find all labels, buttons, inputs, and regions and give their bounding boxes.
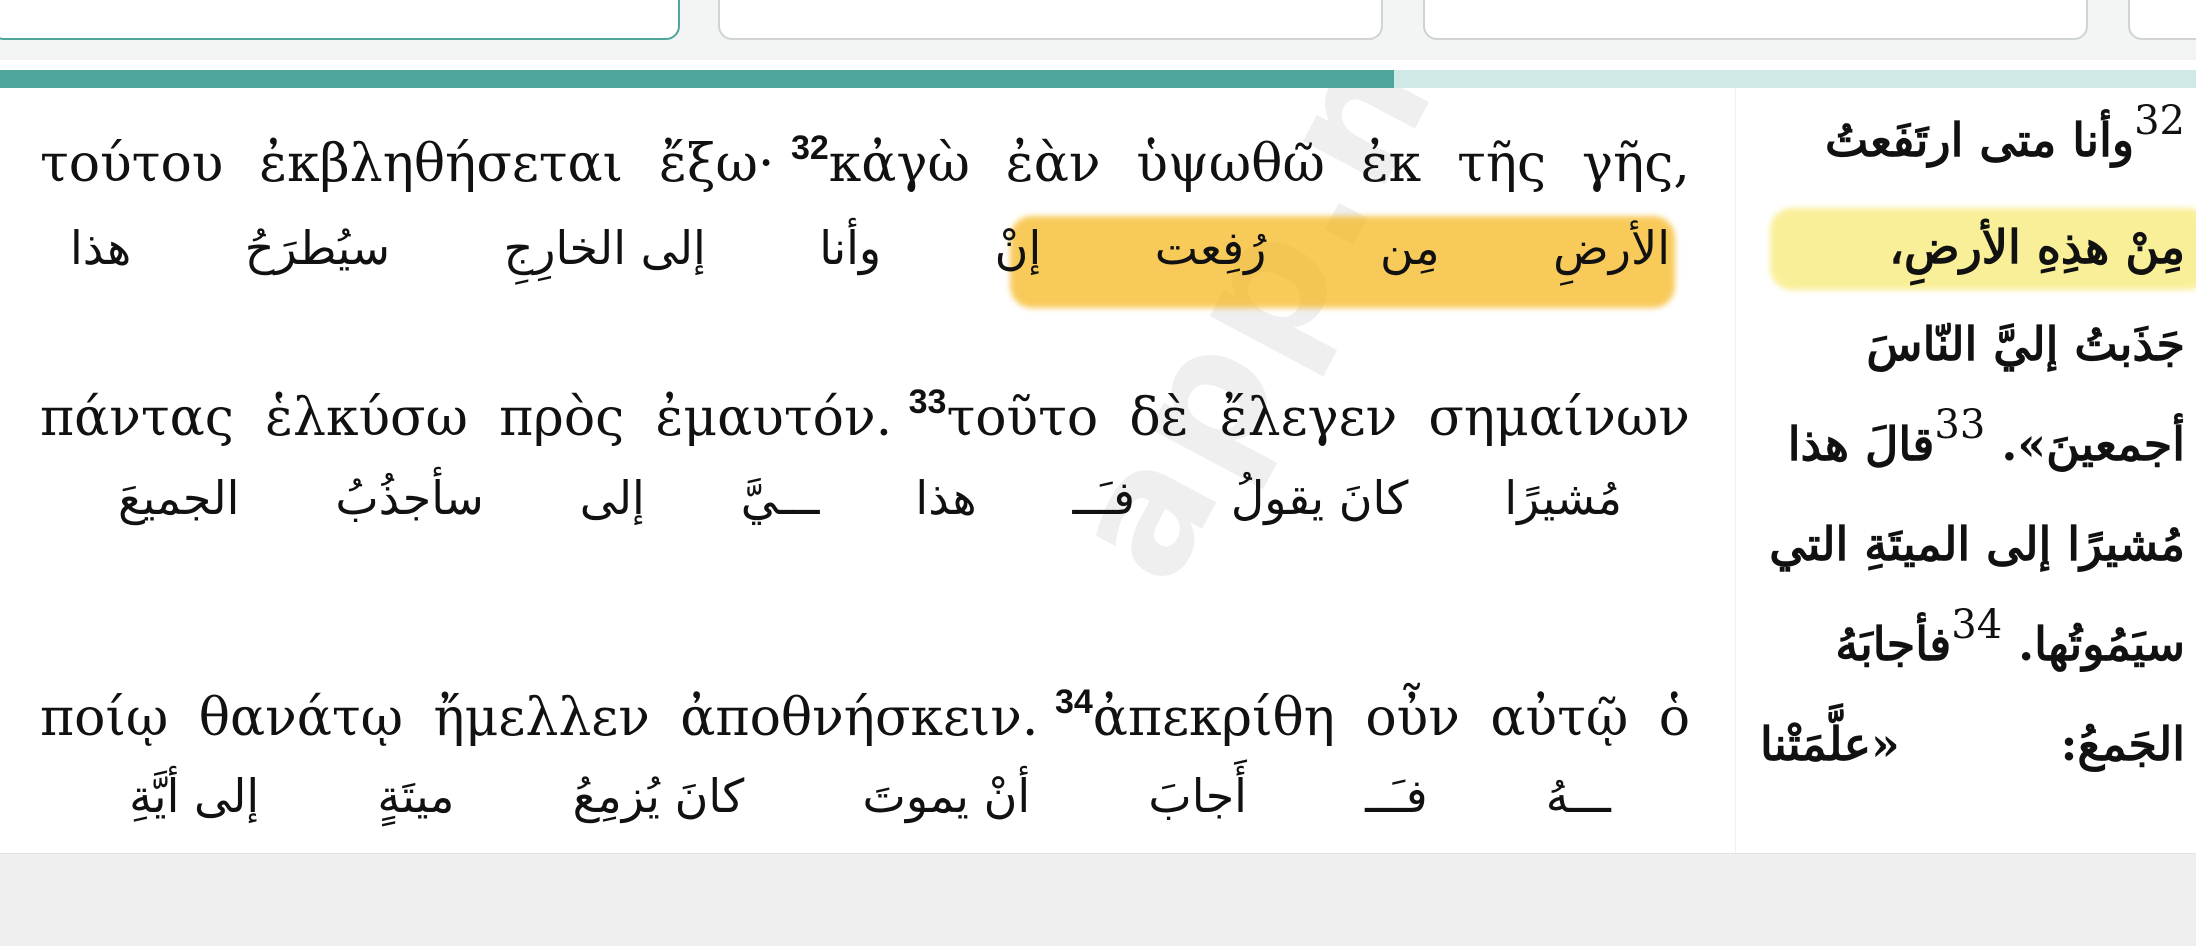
greek-word: πάντας bbox=[40, 388, 234, 448]
verse-number: 34 bbox=[1054, 683, 1093, 721]
arabic-word: سيُطرَحُ bbox=[244, 221, 390, 275]
arabic-word: إنْ bbox=[994, 221, 1042, 275]
greek-word: σημαίνων bbox=[1428, 388, 1690, 448]
greek-word: αὐτῷ bbox=[1490, 688, 1629, 748]
greek-word: ἀποθνήσκειν. 34ἀπεκρίθη bbox=[680, 683, 1335, 748]
arabic-word: الجميعَ bbox=[117, 471, 240, 525]
reading-progress-bar bbox=[0, 70, 2196, 88]
translation-line: مِنْ هذِهِ الأرضِ، bbox=[1889, 220, 2185, 274]
greek-line-2: πάντας ἑλκύσω πρὸς ἐμαυτόν. 33τοῦτο δὲ ἔ… bbox=[40, 383, 1690, 454]
greek-line-1: τούτου ἐκβληθήσεται ἔξω· 32κἀγὼ ἐὰν ὑψωθ… bbox=[40, 129, 1690, 200]
arabic-line-2: مُشيرًا كانَ يقولُ فـَــ هذا ـــيَّ إلى … bbox=[70, 468, 1670, 528]
verse-number: 34 bbox=[1951, 602, 2003, 648]
verse-number: 32 bbox=[790, 129, 829, 167]
greek-word: ὑψωθῶ bbox=[1136, 134, 1325, 194]
bottom-toolbar bbox=[0, 853, 2196, 946]
greek-word: ὁ bbox=[1658, 688, 1690, 748]
translation-line: الجَمعُ: «علَّمَتْنا bbox=[1760, 717, 2185, 771]
arabic-word: فـَــ bbox=[1072, 471, 1135, 525]
arabic-word: ـــيَّ bbox=[740, 471, 820, 525]
arabic-word: مِن bbox=[1379, 221, 1440, 275]
reading-page[interactable]: app.nas.l τούτου ἐκβληθήσεται ἔξω· 32κἀγ… bbox=[0, 88, 2196, 853]
arabic-word: كانَ يُزمِعُ bbox=[572, 769, 745, 823]
arabic-word: فـَــ bbox=[1365, 769, 1428, 823]
translation-line: 32وأنا متى ارتَفَعتُ bbox=[1824, 98, 2185, 167]
arabic-word: سأجذُبُ bbox=[335, 471, 484, 525]
arabic-line-3: ـــهُ فـَــ أَجابَ أنْ يموتَ كانَ يُزمِع… bbox=[70, 766, 1670, 826]
arabic-word: إلى bbox=[579, 471, 645, 525]
arabic-word: هذا bbox=[915, 471, 977, 525]
greek-word: τούτου bbox=[40, 134, 224, 194]
verse-number: 32 bbox=[2134, 98, 2185, 144]
arabic-word: الأرضِ bbox=[1553, 221, 1670, 275]
greek-word: ἔξω· 32κἀγὼ bbox=[658, 129, 970, 194]
reading-progress-fill bbox=[0, 70, 1395, 88]
arabic-word: رُفِعت bbox=[1154, 221, 1267, 275]
greek-word: ἐὰν bbox=[1005, 134, 1101, 194]
verse-number: 33 bbox=[908, 383, 947, 421]
translation-line: مُشيرًا إلى الميتَةِ التي bbox=[1769, 517, 2185, 571]
translation-line: أجمعينَ». 33قالَ هذا bbox=[1787, 402, 2185, 471]
greek-word: ἑλκύσω bbox=[265, 388, 468, 448]
translation-line: سيَمُوتُها. 34فأجابَهُ bbox=[1835, 602, 2185, 671]
greek-word: γῆς, bbox=[1582, 134, 1690, 194]
greek-word: ποίῳ bbox=[40, 688, 169, 748]
arabic-word: ميتَةٍ bbox=[377, 769, 455, 823]
greek-line-3: ποίῳ θανάτῳ ἤμελλεν ἀποθνήσκειν. 34ἀπεκρ… bbox=[40, 683, 1690, 754]
arabic-word: ـــهُ bbox=[1545, 769, 1611, 823]
greek-word: ἤμελλεν bbox=[433, 688, 650, 748]
greek-word: ἔλεγεν bbox=[1219, 388, 1398, 448]
greek-word: ἐμαυτόν. 33τοῦτο bbox=[655, 383, 1099, 448]
arabic-word: أنْ يموتَ bbox=[862, 769, 1031, 823]
tab-3[interactable] bbox=[1423, 0, 2088, 40]
verse-number: 33 bbox=[1934, 402, 1986, 448]
tab-2[interactable] bbox=[718, 0, 1383, 40]
arabic-word: مُشيرًا bbox=[1504, 471, 1623, 525]
translation-line: جَذَبتُ إليَّ النّاسَ bbox=[1866, 317, 2185, 371]
arabic-line-1: الأرضِ مِن رُفِعت إنْ وأنا إلى الخارِجِ … bbox=[70, 218, 1670, 278]
greek-word: δὲ bbox=[1129, 388, 1189, 448]
arabic-word: هذا bbox=[70, 221, 132, 275]
arabic-word: أَجابَ bbox=[1148, 769, 1247, 823]
column-divider bbox=[1735, 88, 1736, 853]
tab-strip bbox=[0, 0, 2196, 60]
arabic-word: إلى الخارِجِ bbox=[503, 221, 706, 275]
tab-1[interactable] bbox=[0, 0, 680, 40]
greek-word: ἐκ bbox=[1360, 134, 1422, 194]
greek-word: θανάτῳ bbox=[198, 688, 404, 748]
tab-4[interactable] bbox=[2128, 0, 2196, 40]
arabic-word: وأنا bbox=[819, 221, 882, 275]
arabic-word: إلى أيَّةِ bbox=[129, 769, 260, 823]
greek-word: ἐκβληθήσεται bbox=[259, 134, 624, 194]
greek-word: πρὸς bbox=[499, 388, 625, 448]
greek-word: οὖν bbox=[1365, 688, 1460, 748]
greek-word: τῆς bbox=[1457, 134, 1547, 194]
arabic-word: كانَ يقولُ bbox=[1230, 471, 1409, 525]
